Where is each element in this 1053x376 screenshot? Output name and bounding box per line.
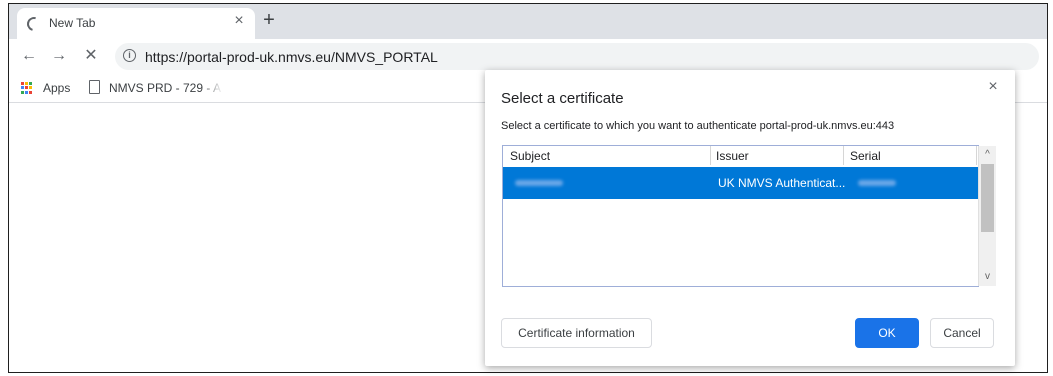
column-serial[interactable]: Serial <box>850 149 881 163</box>
cancel-button[interactable]: Cancel <box>930 318 994 348</box>
page-icon <box>89 80 100 94</box>
redacted-serial <box>858 180 896 186</box>
apps-dot <box>25 90 28 94</box>
scroll-up-icon[interactable]: ^ <box>982 149 993 160</box>
ok-button[interactable]: OK <box>855 318 919 348</box>
apps-dot <box>21 86 24 90</box>
new-tab-button[interactable]: + <box>259 10 279 30</box>
column-issuer[interactable]: Issuer <box>716 149 749 163</box>
scroll-down-icon[interactable]: v <box>982 271 993 282</box>
certificate-information-button[interactable]: Certificate information <box>501 318 652 348</box>
column-divider[interactable] <box>710 146 711 165</box>
back-button[interactable]: ← <box>19 46 39 66</box>
apps-shortcut[interactable]: Apps <box>43 81 70 95</box>
tab-title: New Tab <box>49 16 96 30</box>
url-text[interactable]: https://portal-prod-uk.nmvs.eu/NMVS_PORT… <box>145 49 438 65</box>
apps-dot <box>29 82 32 85</box>
tab-new-tab[interactable]: New Tab × <box>17 8 255 39</box>
vertical-scrollbar[interactable]: ^ v <box>978 146 996 286</box>
column-subject[interactable]: Subject <box>510 149 550 163</box>
apps-dot <box>29 86 32 90</box>
apps-dot <box>25 86 28 90</box>
apps-grid-icon[interactable] <box>21 82 33 94</box>
certificate-table[interactable]: Subject Issuer Serial UK NMVS Authentica… <box>502 145 996 287</box>
address-bar[interactable]: i https://portal-prod-uk.nmvs.eu/NMVS_PO… <box>115 43 1039 70</box>
close-icon[interactable]: × <box>985 79 1001 95</box>
dialog-description: Select a certificate to which you want t… <box>501 120 895 132</box>
forward-button[interactable]: → <box>49 46 69 66</box>
select-certificate-dialog: Select a certificate × Select a certific… <box>485 70 1015 366</box>
bookmark-fade <box>201 78 223 98</box>
redacted-subject <box>515 180 563 186</box>
scrollbar-thumb[interactable] <box>981 164 994 232</box>
info-icon[interactable]: i <box>123 49 136 62</box>
tab-close-icon[interactable]: × <box>231 13 247 29</box>
stop-button[interactable]: ✕ <box>81 46 101 66</box>
table-row[interactable]: UK NMVS Authenticat... <box>503 167 978 199</box>
column-divider[interactable] <box>976 146 977 165</box>
apps-dot <box>25 82 28 85</box>
loading-spinner-icon <box>24 14 44 34</box>
toolbar: ← → ✕ i https://portal-prod-uk.nmvs.eu/N… <box>9 39 1047 74</box>
dialog-title: Select a certificate <box>501 90 624 107</box>
apps-dot <box>29 90 32 94</box>
table-header: Subject Issuer Serial <box>503 146 978 165</box>
apps-dot <box>21 90 24 94</box>
apps-dot <box>21 82 24 85</box>
tab-strip: New Tab × + <box>9 4 1047 39</box>
issuer-cell: UK NMVS Authenticat... <box>718 176 846 190</box>
column-divider[interactable] <box>843 146 844 165</box>
